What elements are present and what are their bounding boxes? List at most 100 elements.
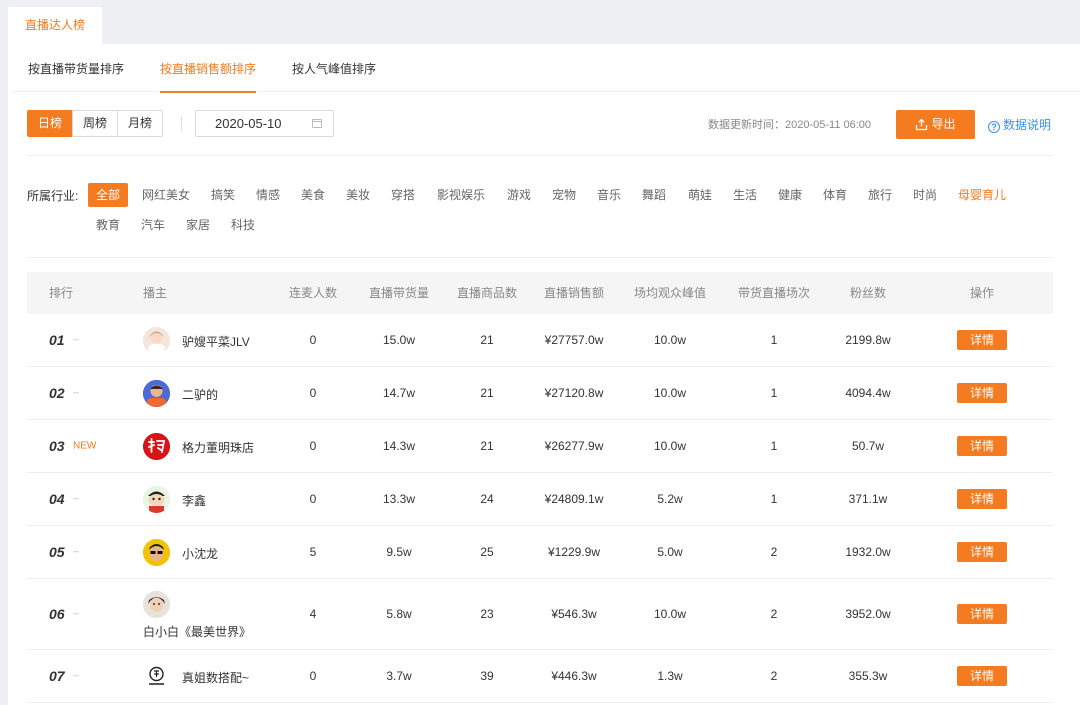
avatar[interactable] — [143, 486, 170, 513]
export-button[interactable]: 导出 — [896, 110, 975, 139]
industry-tag[interactable]: 生活 — [725, 183, 765, 207]
goods-volume: 5.8w — [386, 607, 412, 621]
session-count: 1 — [770, 492, 778, 506]
avatar[interactable] — [143, 433, 170, 460]
daily-button[interactable]: 日榜 — [27, 110, 73, 137]
industry-tag[interactable]: 宠物 — [544, 183, 584, 207]
industry-tag[interactable]: 美食 — [293, 183, 333, 207]
item-count: 21 — [480, 333, 494, 347]
help-label: 数据说明 — [1003, 118, 1052, 132]
sales-amount: ¥26277.9w — [544, 439, 604, 453]
avatar[interactable] — [143, 663, 170, 690]
sales-amount: ¥546.3w — [551, 607, 597, 621]
sales-amount: ¥27120.8w — [544, 386, 604, 400]
rank-trend: – — [73, 334, 79, 346]
table-row: 06 – 白小白《最美世界》 4 5.8w 23 ¥546.3w 10.0w 2… — [27, 579, 1053, 650]
mic-count: 5 — [309, 545, 317, 559]
streamer-name[interactable]: 二驴的 — [182, 386, 218, 403]
industry-tag[interactable]: 科技 — [223, 213, 263, 237]
industry-tag[interactable]: 穿搭 — [383, 183, 423, 207]
fans-count: 3952.0w — [845, 607, 891, 621]
rank-number: 02 — [49, 385, 65, 401]
data-help-link[interactable]: ? 数据说明 — [988, 116, 1051, 133]
detail-button[interactable]: 详情 — [957, 666, 1007, 686]
audience-peak: 10.0w — [653, 607, 687, 621]
calendar-icon — [312, 119, 322, 128]
detail-button[interactable]: 详情 — [957, 330, 1007, 350]
tab-sort-by-popularity[interactable]: 按人气峰值排序 — [292, 44, 376, 92]
avatar[interactable] — [143, 327, 170, 354]
detail-button[interactable]: 详情 — [957, 489, 1007, 509]
industry-tag[interactable]: 家居 — [178, 213, 218, 237]
column-header: 直播销售额 — [543, 286, 604, 300]
industry-tag[interactable]: 美妆 — [338, 183, 378, 207]
update-time: 数据更新时间：2020-05-11 06:00 — [708, 119, 872, 131]
industry-tag[interactable]: 网红美女 — [134, 183, 198, 207]
mic-count: 0 — [309, 386, 317, 400]
streamer-name[interactable]: 白小白《最美世界》 — [143, 623, 251, 640]
table-row: 04 – 李鑫 0 13.3w 24 ¥24809.1w 5.2w 1 371.… — [27, 473, 1053, 526]
goods-volume: 15.0w — [382, 333, 416, 347]
fans-count: 355.3w — [848, 669, 888, 683]
industry-tag-all[interactable]: 全部 — [88, 183, 129, 207]
industry-tag[interactable]: 旅行 — [860, 183, 900, 207]
sales-amount: ¥1229.9w — [547, 545, 601, 559]
industry-tag[interactable]: 体育 — [815, 183, 855, 207]
tab-live-ranking[interactable]: 直播达人榜 — [8, 7, 102, 44]
industry-tag-highlighted[interactable]: 母婴育儿 — [950, 183, 1014, 207]
sales-amount: ¥24809.1w — [544, 492, 604, 506]
mic-count: 0 — [309, 333, 317, 347]
detail-button[interactable]: 详情 — [957, 604, 1007, 624]
streamer-name[interactable]: 真姐数搭配~ — [182, 669, 249, 686]
rank-number: 04 — [49, 491, 65, 507]
date-picker[interactable]: 2020-05-10 — [195, 110, 334, 137]
industry-tag[interactable]: 时尚 — [905, 183, 945, 207]
fans-count: 1932.0w — [845, 545, 891, 559]
monthly-button[interactable]: 月榜 — [117, 110, 163, 137]
industry-tag[interactable]: 游戏 — [499, 183, 539, 207]
mic-count: 0 — [309, 669, 317, 683]
column-header: 场均观众峰值 — [633, 286, 706, 300]
industry-tag[interactable]: 舞蹈 — [634, 183, 674, 207]
industry-tag[interactable]: 汽车 — [133, 213, 173, 237]
tab-sort-by-sales[interactable]: 按直播销售额排序 — [160, 44, 257, 93]
sort-tabs: 按直播带货量排序 按直播销售额排序 按人气峰值排序 — [13, 44, 1080, 93]
streamer-name[interactable]: 李鑫 — [182, 492, 206, 509]
detail-button[interactable]: 详情 — [957, 542, 1007, 562]
industry-tag[interactable]: 健康 — [770, 183, 810, 207]
session-count: 2 — [770, 545, 778, 559]
tab-sort-by-goods[interactable]: 按直播带货量排序 — [28, 44, 124, 92]
rank-number: 01 — [49, 332, 65, 348]
audience-peak: 10.0w — [653, 333, 687, 347]
export-label: 导出 — [931, 117, 956, 131]
detail-button[interactable]: 详情 — [957, 436, 1007, 456]
streamer-name[interactable]: 格力董明珠店 — [182, 439, 254, 456]
goods-volume: 14.7w — [382, 386, 416, 400]
weekly-button[interactable]: 周榜 — [72, 110, 118, 137]
divider — [27, 155, 1053, 156]
sales-amount: ¥27757.0w — [544, 333, 604, 347]
avatar[interactable] — [143, 380, 170, 407]
industry-tag[interactable]: 搞笑 — [203, 183, 243, 207]
fans-count: 50.7w — [851, 439, 885, 453]
column-header: 直播商品数 — [456, 286, 517, 300]
audience-peak: 5.2w — [657, 492, 683, 506]
industry-tag[interactable]: 音乐 — [589, 183, 629, 207]
rank-number: 05 — [49, 544, 65, 560]
streamer-name[interactable]: 驴嫂平菜JLV — [182, 333, 250, 350]
table-row: 07 – 真姐数搭配~ 0 3.7w 39 ¥446.3w 1.3w 2 355… — [27, 650, 1053, 703]
industry-tag[interactable]: 情感 — [248, 183, 288, 207]
audience-peak: 10.0w — [653, 439, 687, 453]
rank-trend: – — [73, 608, 79, 620]
industry-tag[interactable]: 影视娱乐 — [429, 183, 493, 207]
item-count: 21 — [480, 439, 494, 453]
avatar[interactable] — [143, 591, 170, 618]
industry-tag[interactable]: 教育 — [88, 213, 128, 237]
audience-peak: 5.0w — [657, 545, 683, 559]
industry-tag[interactable]: 萌娃 — [680, 183, 720, 207]
detail-button[interactable]: 详情 — [957, 383, 1007, 403]
audience-peak: 10.0w — [653, 386, 687, 400]
avatar[interactable] — [143, 539, 170, 566]
goods-volume: 9.5w — [386, 545, 412, 559]
streamer-name[interactable]: 小沈龙 — [182, 545, 218, 562]
